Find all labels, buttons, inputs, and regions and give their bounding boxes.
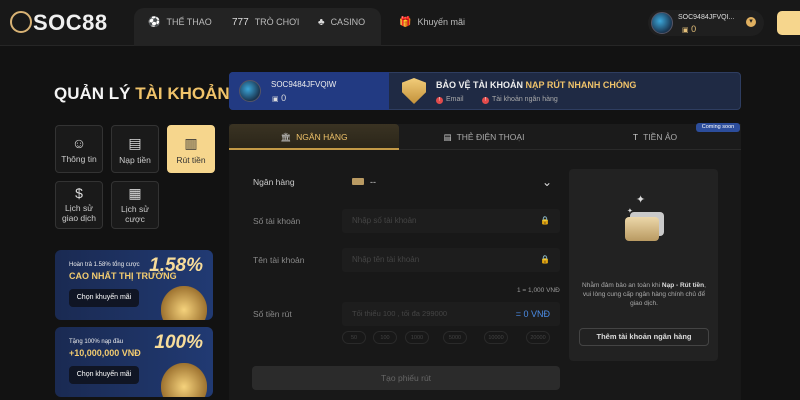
amount-chip[interactable]: 10000 — [484, 331, 508, 344]
menu-tile-bet-history[interactable]: ▦ Lịch sử cược — [111, 181, 159, 229]
tab-phone-card[interactable]: ▤ THẺ ĐIỆN THOẠI — [399, 124, 569, 150]
promo-card-first-deposit[interactable]: Tặng 100% nạp đầu +10,000,000 VNĐ 100% C… — [55, 327, 213, 397]
soccer-ball-icon: ⚽ — [148, 17, 161, 28]
alert-icon: ! — [482, 97, 489, 104]
menu-tile-transaction-history[interactable]: $ Lịch sử giao dịch — [55, 181, 103, 229]
account-name-label: Tên tài khoản — [253, 255, 305, 265]
withdraw-icon: ▥ — [184, 135, 198, 151]
slot-icon: 777 — [232, 17, 249, 28]
security-email[interactable]: ! Email — [436, 96, 464, 104]
coming-soon-badge: Coming soon — [696, 123, 740, 132]
logo[interactable]: SOC88 — [10, 10, 108, 36]
chevron-down-icon: ⌄ — [541, 175, 552, 189]
amount-chip[interactable]: 1000 — [405, 331, 429, 344]
amount-input[interactable]: Tối thiểu 100 , tối đa 299000 = 0 VNĐ — [342, 302, 560, 326]
coins-image — [161, 363, 207, 397]
amount-chip[interactable]: 50 — [342, 331, 366, 344]
add-bank-account-button[interactable]: Thêm tài khoản ngân hàng — [579, 328, 709, 346]
crypto-icon: T — [632, 132, 639, 142]
gift-icon: 🎁 — [399, 17, 412, 28]
lock-icon: 🔒 — [540, 216, 550, 225]
coins-image — [161, 286, 207, 320]
account-name-input[interactable]: Nhập tên tài khoản 🔒 — [342, 248, 560, 272]
amount-converted: = 0 VNĐ — [515, 309, 550, 319]
sparkle-icon: ✦ — [636, 194, 646, 206]
amount-chip[interactable]: 100 — [373, 331, 397, 344]
account-number-input[interactable]: Nhập số tài khoản 🔒 — [342, 209, 560, 233]
wallet-icon: ▣ — [682, 27, 689, 34]
history-bet-icon: ▦ — [128, 185, 142, 201]
choose-promo-button[interactable]: Chọn khuyến mãi — [69, 366, 139, 384]
choose-promo-button[interactable]: Chọn khuyến mãi — [69, 289, 139, 307]
nav-sports[interactable]: ⚽ THỂ THAO — [148, 17, 212, 28]
history-transaction-icon: $ — [75, 185, 83, 201]
user-balance: ▣ 0 — [682, 24, 697, 34]
account-avatar — [239, 80, 261, 102]
amount-label: Số tiền rút — [253, 309, 292, 319]
exchange-rate: 1 = 1,000 VNĐ — [517, 287, 560, 294]
bank-info-text: Nhằm đảm bảo an toàn khi Nạp - Rút tiền,… — [582, 282, 706, 307]
bank-select[interactable]: -- ⌄ — [342, 170, 560, 194]
amount-chip[interactable]: 5000 — [443, 331, 467, 344]
nav-casino[interactable]: ♣ CASINO — [318, 17, 365, 28]
security-bank[interactable]: ! Tài khoản ngân hàng — [482, 96, 558, 104]
card-icon: ▤ — [443, 132, 452, 142]
avatar[interactable] — [651, 12, 673, 34]
account-number-label: Số tài khoản — [253, 216, 301, 226]
account-balance: ▣ 0 — [272, 93, 287, 103]
promo-card-rebate[interactable]: Hoàn trả 1.58% tổng cược CAO NHẤT THỊ TR… — [55, 250, 213, 320]
menu-tile-deposit[interactable]: ▤ Nạp tiền — [111, 125, 159, 173]
wallet-icon: ▣ — [272, 96, 279, 103]
amount-chip[interactable]: 20000 — [526, 331, 550, 344]
menu-tile-info[interactable]: ☺ Thông tin — [55, 125, 103, 173]
account-id: SOC9484JFVQIW — [271, 80, 337, 89]
bank-card-icon — [352, 178, 364, 185]
page-title: QUẢN LÝ TÀI KHOẢN — [54, 84, 230, 103]
alert-icon: ! — [436, 97, 443, 104]
tab-bank[interactable]: 🏛 NGÂN HÀNG — [229, 124, 399, 150]
bank-label: Ngân hàng — [253, 177, 295, 187]
lock-icon: 🔒 — [540, 255, 550, 264]
user-icon: ☺ — [71, 135, 87, 151]
deposit-icon: ▤ — [128, 135, 142, 151]
security-heading: BẢO VỆ TÀI KHOẢN NẠP RÚT NHANH CHÓNG — [436, 80, 637, 90]
deposit-top-button[interactable] — [777, 11, 800, 35]
bank-card-icon — [625, 217, 659, 241]
bank-icon: 🏛 — [280, 132, 292, 142]
user-name: SOC9484JFVQI... — [678, 14, 735, 21]
nav-promotions[interactable]: 🎁 Khuyến mãi — [399, 17, 465, 28]
casino-chip-icon: ♣ — [318, 17, 325, 28]
nav-games[interactable]: 777 TRÒ CHƠI — [232, 17, 299, 28]
logo-mark-icon — [10, 11, 32, 34]
chevron-down-icon[interactable]: ▾ — [746, 17, 756, 27]
menu-tile-withdraw[interactable]: ▥ Rút tiền — [167, 125, 215, 173]
create-withdraw-button[interactable]: Tạo phiếu rút — [252, 366, 560, 390]
